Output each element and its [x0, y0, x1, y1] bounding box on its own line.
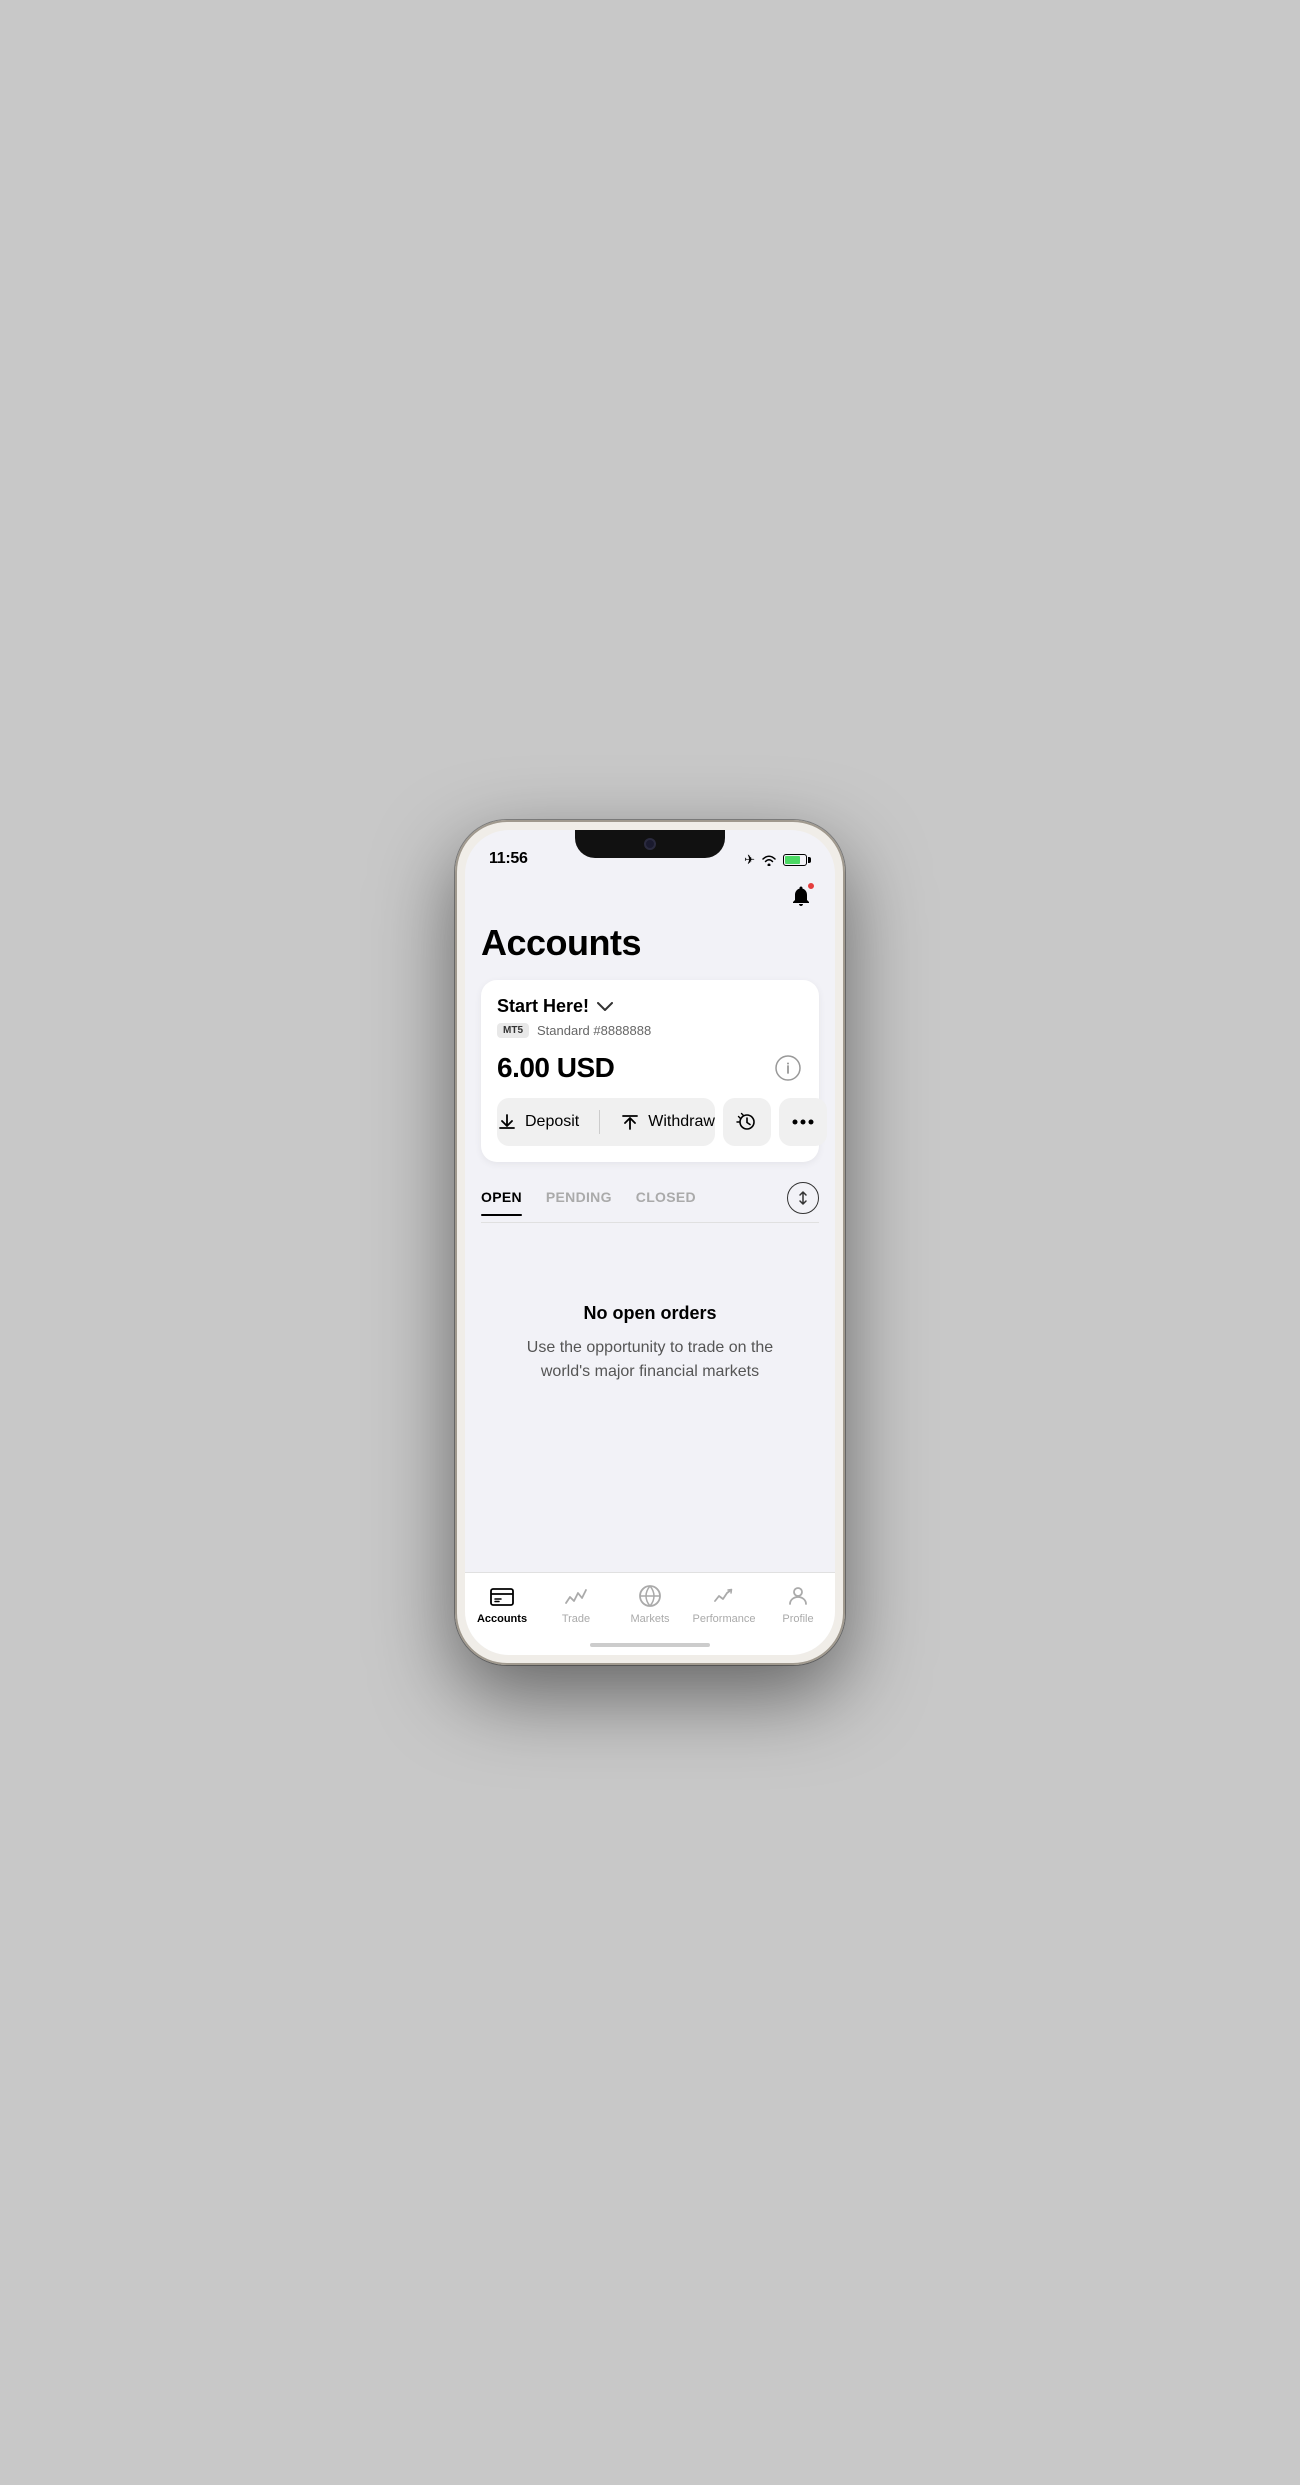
nav-item-trade[interactable]: Trade — [539, 1583, 613, 1625]
deposit-label: Deposit — [525, 1113, 579, 1131]
history-button[interactable] — [723, 1098, 771, 1146]
nav-item-performance[interactable]: Performance — [687, 1583, 761, 1625]
tab-open[interactable]: OPEN — [481, 1189, 522, 1215]
phone-frame: 11:56 ✈ — [455, 820, 845, 1665]
wifi-icon — [761, 854, 777, 866]
empty-description: Use the opportunity to trade on the worl… — [520, 1336, 780, 1384]
sort-icon — [795, 1190, 811, 1206]
phone-screen: 11:56 ✈ — [465, 830, 835, 1655]
balance-row: 6.00 USD — [497, 1052, 803, 1084]
account-name: Start Here! — [497, 996, 589, 1017]
status-icons: ✈ — [744, 852, 811, 868]
markets-nav-label: Markets — [630, 1613, 669, 1625]
info-button[interactable] — [773, 1053, 803, 1083]
battery-icon — [783, 854, 811, 866]
performance-nav-icon — [711, 1583, 737, 1609]
notification-button[interactable] — [783, 878, 819, 914]
chevron-down-icon — [597, 1002, 613, 1012]
account-header[interactable]: Start Here! — [497, 996, 803, 1017]
trade-nav-icon — [563, 1583, 589, 1609]
deposit-icon — [497, 1112, 517, 1132]
history-icon — [736, 1111, 758, 1133]
action-row: Deposit Withdraw — [497, 1098, 803, 1146]
trade-nav-label: Trade — [562, 1613, 590, 1625]
home-indicator — [590, 1643, 710, 1647]
page-title: Accounts — [481, 922, 819, 964]
tabs-group: OPEN PENDING CLOSED — [481, 1189, 696, 1215]
nav-item-markets[interactable]: Markets — [613, 1583, 687, 1625]
deposit-withdraw-button[interactable]: Deposit Withdraw — [497, 1098, 715, 1146]
empty-state: No open orders Use the opportunity to tr… — [481, 1243, 819, 1424]
accounts-nav-label: Accounts — [477, 1613, 527, 1625]
more-button[interactable] — [779, 1098, 827, 1146]
tab-pending[interactable]: PENDING — [546, 1189, 612, 1215]
airplane-icon: ✈ — [744, 852, 755, 868]
withdraw-icon — [620, 1112, 640, 1132]
mt5-badge: MT5 — [497, 1023, 529, 1038]
withdraw-label: Withdraw — [648, 1113, 715, 1131]
more-icon — [792, 1119, 814, 1125]
status-time: 11:56 — [489, 850, 528, 868]
nav-item-accounts[interactable]: Accounts — [465, 1583, 539, 1625]
accounts-nav-icon — [489, 1583, 515, 1609]
divider — [599, 1110, 600, 1134]
markets-nav-icon — [637, 1583, 663, 1609]
tabs-row: OPEN PENDING CLOSED — [481, 1182, 819, 1223]
account-meta: MT5 Standard #8888888 — [497, 1023, 803, 1038]
performance-nav-label: Performance — [693, 1613, 756, 1625]
tab-closed[interactable]: CLOSED — [636, 1189, 696, 1215]
header-row — [481, 874, 819, 922]
sort-button[interactable] — [787, 1182, 819, 1214]
empty-title: No open orders — [583, 1303, 716, 1324]
nav-item-profile[interactable]: Profile — [761, 1583, 835, 1625]
withdraw-action[interactable]: Withdraw — [620, 1112, 715, 1132]
deposit-action[interactable]: Deposit — [497, 1112, 579, 1132]
notification-dot — [807, 882, 815, 890]
account-number: Standard #8888888 — [537, 1023, 651, 1038]
profile-nav-label: Profile — [782, 1613, 813, 1625]
profile-nav-icon — [785, 1583, 811, 1609]
camera — [644, 838, 656, 850]
account-card: Start Here! MT5 Standard #8888888 6.00 U… — [481, 980, 819, 1162]
main-content: Accounts Start Here! MT5 Standard #88888… — [465, 874, 835, 1572]
balance-amount: 6.00 USD — [497, 1052, 614, 1084]
notch — [575, 830, 725, 858]
